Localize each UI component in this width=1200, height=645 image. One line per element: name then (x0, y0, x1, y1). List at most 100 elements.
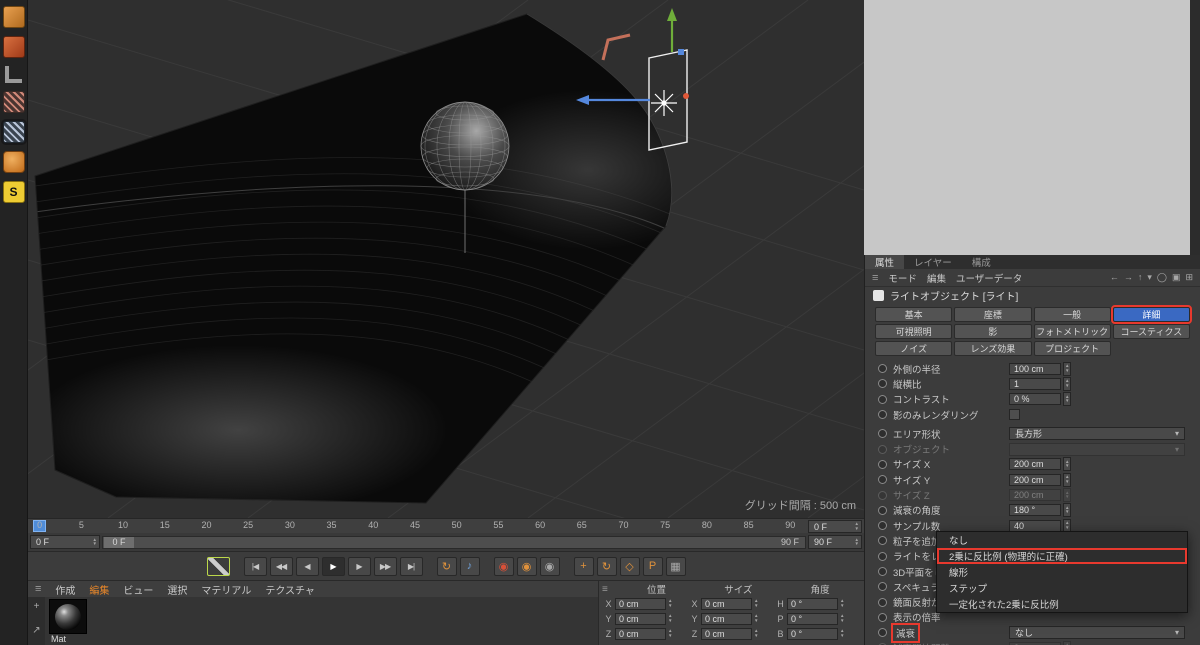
stepper-arrows[interactable]: ▲▼ (1063, 472, 1072, 487)
sketch-shader-icon[interactable]: S (2, 181, 25, 203)
number-field[interactable]: 200 cm (1009, 473, 1061, 486)
panel-tab-構成[interactable]: 構成 (962, 255, 1001, 269)
attr-tab-座標[interactable]: 座標 (954, 307, 1032, 322)
menu-item-編集[interactable]: 編集 (89, 582, 109, 597)
number-field[interactable]: 40 (1009, 519, 1061, 532)
record-scale-icon[interactable]: ◇ (619, 556, 640, 576)
primitive-cube-icon[interactable] (2, 6, 25, 28)
animation-dot[interactable] (878, 567, 887, 576)
dropdown-option[interactable]: 一定化された2乗に反比例 (937, 596, 1187, 612)
animation-dot[interactable] (878, 429, 887, 439)
record-active-objects-icon[interactable]: ◉ (493, 556, 514, 576)
stepper-arrows[interactable]: ▲▼ (668, 613, 672, 623)
x-axis-handle[interactable] (683, 93, 689, 99)
z-axis-handle[interactable] (678, 49, 684, 55)
coordinates-hamburger-icon[interactable]: ≡ (602, 584, 616, 595)
stepper-arrows[interactable]: ▲▼ (840, 613, 844, 623)
sound-track-icon[interactable]: ♪ (459, 556, 480, 576)
animation-dot[interactable] (878, 475, 887, 485)
keyframe-selection-icon[interactable]: ◉ (539, 556, 560, 576)
number-field[interactable]: 200 cm (1009, 458, 1061, 471)
stepper-arrows[interactable]: ▲▼ (855, 521, 859, 531)
stepper-arrows[interactable]: ▲▼ (1063, 488, 1072, 503)
attr-tab-フォトメトリック[interactable]: フォトメトリック (1033, 324, 1111, 339)
record-parameter-icon[interactable]: P (642, 556, 663, 576)
filter-icon[interactable]: ▾ (1147, 272, 1152, 283)
position-y-field[interactable]: 0 cm (615, 612, 666, 625)
stepper-arrows[interactable]: ▲▼ (754, 613, 758, 623)
size-x-field[interactable]: 0 cm (701, 597, 752, 610)
animation-dot[interactable] (878, 521, 887, 531)
power-slider[interactable]: 0 F 90 F (102, 535, 806, 549)
mode-menu-編集[interactable]: 編集 (927, 271, 946, 285)
menu-item-作成[interactable]: 作成 (55, 582, 75, 597)
animation-dot[interactable] (878, 505, 887, 515)
grid-material-icon[interactable] (2, 121, 25, 143)
range-end-field[interactable]: 90 F ▲ ▼ (808, 535, 862, 549)
dropdown-option[interactable]: 線形 (937, 564, 1187, 580)
panel-tab-属性[interactable]: 属性 (865, 255, 905, 269)
animation-dot[interactable] (878, 394, 887, 404)
attr-tab-一般[interactable]: 一般 (1033, 307, 1111, 322)
stepper-arrows[interactable]: ▲▼ (754, 628, 758, 638)
stepper-arrows[interactable]: ▲▼ (1063, 376, 1072, 391)
attr-tab-可視照明[interactable]: 可視照明 (875, 324, 953, 339)
timeline-ruler[interactable]: 0 5 10 15 20 25 30 35 40 45 50 55 60 65 70 75 80 85 90 (28, 519, 806, 533)
stepper-arrows[interactable]: ▲▼ (855, 537, 859, 547)
attr-tab-影[interactable]: 影 (954, 324, 1032, 339)
mode-menu-モード[interactable]: モード (888, 271, 917, 285)
current-frame-field[interactable]: 0 F ▲ ▼ (808, 520, 862, 533)
goto-start-button[interactable]: |◀ (243, 556, 267, 576)
rotation-p-field[interactable]: 0 ° (787, 612, 838, 625)
stepper-arrows[interactable]: ▲▼ (754, 598, 758, 608)
stepper-arrows[interactable]: ▲▼ (668, 598, 672, 608)
stepper-arrows[interactable]: ▲▼ (1063, 361, 1072, 376)
object-manager-area[interactable] (864, 0, 1200, 255)
attr-tab-ノイズ[interactable]: ノイズ (875, 341, 953, 356)
mode-menu-ユーザーデータ[interactable]: ユーザーデータ (956, 271, 1022, 285)
animation-dot[interactable] (878, 536, 887, 546)
rotation-h-field[interactable]: 0 ° (787, 597, 838, 610)
number-field[interactable]: 0 % (1009, 393, 1061, 406)
attr-tab-詳細[interactable]: 詳細 (1110, 305, 1193, 324)
number-field[interactable]: 200 cm (1009, 489, 1061, 502)
stepper-arrows[interactable]: ▲▼ (1063, 392, 1072, 407)
stepper-arrows[interactable]: ▲▼ (1063, 503, 1072, 518)
record-rotation-icon[interactable]: ↻ (596, 556, 617, 576)
range-start-field[interactable]: 0 F ▲ ▼ (30, 535, 100, 549)
rotation-b-field[interactable]: 0 ° (787, 627, 838, 640)
stepper-arrows[interactable]: ▲▼ (668, 628, 672, 638)
select-field[interactable]: ▾ (1009, 442, 1185, 456)
next-frame-button[interactable]: ▶ (347, 556, 371, 576)
animation-dot[interactable] (878, 582, 887, 592)
animation-dot[interactable] (878, 490, 887, 500)
attr-tab-プロジェクト[interactable]: プロジェクト (1033, 341, 1111, 356)
menu-item-ビュー[interactable]: ビュー (123, 582, 153, 597)
menu-item-テクスチャ[interactable]: テクスチャ (265, 582, 315, 597)
forward-icon[interactable]: → (1124, 272, 1133, 283)
size-y-field[interactable]: 0 cm (701, 612, 752, 625)
link-material-icon[interactable]: ↗ (32, 625, 40, 636)
attribute-hamburger-icon[interactable]: ≡ (872, 272, 878, 284)
paint-bucket-icon[interactable] (2, 151, 25, 173)
material-thumbnail[interactable] (49, 599, 87, 634)
number-field[interactable]: 100 cm (1009, 362, 1061, 375)
checkbox[interactable] (1009, 409, 1020, 421)
animation-dot[interactable] (878, 459, 887, 469)
snapshot-grid-icon[interactable]: ▦ (665, 556, 686, 576)
dropdown-option[interactable]: 2乗に反比例 (物理的に正確) (937, 548, 1187, 564)
slider-thumb[interactable]: 0 F (104, 536, 134, 548)
loop-mode-icon[interactable]: ↻ (436, 556, 457, 576)
material-name[interactable]: Mat (49, 634, 87, 645)
material-slot[interactable]: Mat (49, 599, 87, 645)
new-panel-icon[interactable]: ⊞ (1185, 272, 1193, 283)
record-keyframe-button[interactable] (206, 556, 230, 576)
animation-dot[interactable] (878, 551, 887, 561)
goto-end-button[interactable]: ▶| (399, 556, 423, 576)
attr-tab-基本[interactable]: 基本 (875, 307, 953, 322)
search-icon[interactable]: ◯ (1157, 272, 1167, 283)
deformer-cube-icon[interactable] (2, 36, 25, 58)
autokey-icon[interactable]: ◉ (516, 556, 537, 576)
next-key-button[interactable]: ▶▶ (373, 556, 397, 576)
prev-frame-button[interactable]: ◀ (295, 556, 319, 576)
